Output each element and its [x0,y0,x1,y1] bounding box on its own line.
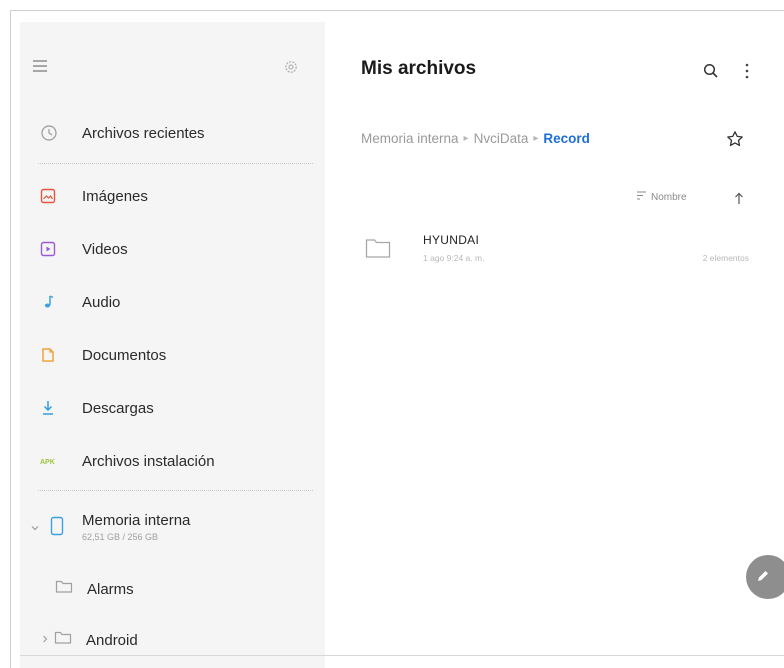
breadcrumb-item[interactable]: NvciData [474,131,529,146]
sidebar-folder-android[interactable]: Android [40,624,300,656]
apk-icon: APK [40,451,66,471]
settings-gear-icon[interactable] [282,58,300,76]
chevron-right-icon[interactable] [40,631,50,649]
sort-control[interactable]: Nombre [636,191,687,203]
sidebar-item-recent[interactable]: Archivos recientes [40,115,312,151]
sidebar-item-label: Descargas [82,399,154,417]
image-icon [40,186,66,206]
sidebar-item-label: Archivos instalación [82,452,215,470]
folder-icon [55,579,73,599]
music-icon [40,292,66,312]
divider [38,490,313,491]
storage-name: Memoria interna [82,512,191,529]
menu-icon[interactable] [30,56,50,76]
breadcrumb-separator-icon: ▸ [463,133,469,144]
sidebar-item-images[interactable]: Imágenes [40,178,312,214]
phone-icon [50,516,64,541]
sidebar-item-videos[interactable]: Videos [40,231,312,267]
clock-icon [40,123,66,143]
sidebar-item-documents[interactable]: Documentos [40,337,312,373]
sidebar-folder-alarms[interactable]: Alarms [55,573,315,605]
file-item-count: 2 elementos [702,253,749,263]
storage-usage: 62,51 GB / 256 GB [82,532,159,542]
divider [38,163,313,164]
sidebar-item-label: Imágenes [82,187,148,205]
divider [20,655,784,656]
sort-label: Nombre [651,191,687,203]
download-icon [40,398,66,418]
sort-direction-arrow-up-icon[interactable] [732,190,746,206]
video-icon [40,239,66,259]
more-options-icon[interactable] [740,60,754,82]
sidebar-item-audio[interactable]: Audio [40,284,312,320]
sidebar-item-label: Archivos recientes [82,124,205,142]
page-title: Mis archivos [361,58,477,79]
file-date: 1 ago 9:24 a. m. [423,253,485,263]
breadcrumb: Memoria interna ▸ NvciData ▸ Record [361,131,590,146]
star-icon[interactable] [724,128,746,150]
sidebar-item-downloads[interactable]: Descargas [40,390,312,426]
sort-icon [636,191,647,203]
edit-fab-button[interactable] [746,555,784,599]
file-name: HYUNDAI [423,233,480,247]
breadcrumb-current: Record [543,131,590,146]
chevron-down-icon[interactable] [30,520,40,538]
search-icon[interactable] [700,60,722,82]
pencil-icon [756,569,770,588]
sidebar-item-installation-files[interactable]: APK Archivos instalación [40,443,312,479]
folder-label: Android [86,631,138,649]
folder-label: Alarms [87,580,134,598]
folder-icon [54,630,72,650]
svg-text:APK: APK [40,459,55,466]
breadcrumb-separator-icon: ▸ [533,133,539,144]
sidebar-item-label: Audio [82,293,121,311]
sidebar-item-label: Videos [82,240,128,258]
sidebar-item-internal-storage[interactable]: Memoria interna 62,51 GB / 256 GB [30,510,310,554]
main-panel [325,22,784,668]
file-list-item[interactable]: HYUNDAI 1 ago 9:24 a. m. 2 elementos [355,225,755,275]
breadcrumb-item[interactable]: Memoria interna [361,131,459,146]
folder-icon [365,237,391,264]
sidebar-item-label: Documentos [82,346,167,364]
document-icon [40,345,66,365]
